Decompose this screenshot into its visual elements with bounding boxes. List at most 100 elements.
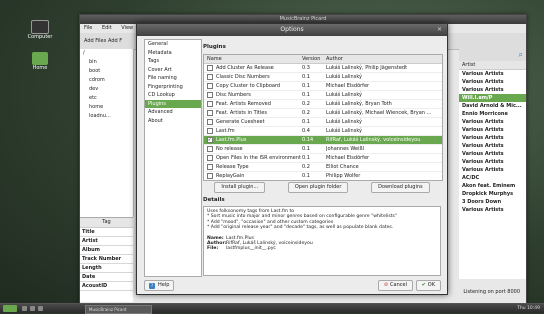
taskbar: MusicBrainz Picard Thu 10:49: [0, 303, 544, 314]
show-desktop-icon[interactable]: [22, 306, 27, 311]
album-row[interactable]: AC/DC: [459, 174, 526, 182]
nav-item[interactable]: Metadata: [145, 49, 201, 58]
artist-column-header[interactable]: Artist: [459, 61, 526, 70]
tree-item[interactable]: etc: [80, 94, 133, 103]
plugin-checkbox[interactable]: [207, 110, 213, 116]
menu-edit[interactable]: Edit: [102, 25, 112, 31]
album-row[interactable]: Various Artists: [459, 206, 526, 214]
plugin-row[interactable]: Release Type 0.2 Elliot Chance: [204, 163, 442, 172]
plugin-checkbox[interactable]: [207, 83, 213, 89]
plugin-name-cell: ReplayGain: [204, 172, 302, 180]
clock: Thu 10:49: [517, 306, 540, 311]
plugin-checkbox[interactable]: [207, 74, 213, 80]
plugin-row[interactable]: Feat. Artists in Titles 0.2 Lukáš Lalinský…: [204, 109, 442, 118]
plugins-table[interactable]: Name Version Author Add Cluster As Relea…: [203, 54, 443, 181]
album-row[interactable]: Various Artists: [459, 134, 526, 142]
add-files-button[interactable]: Add Files: [84, 38, 106, 44]
file-tree[interactable]: / bin boot cdrom dev etc home loadnu...: [80, 49, 134, 217]
help-button[interactable]: ? Help: [144, 280, 175, 291]
launcher-icon[interactable]: [30, 306, 35, 311]
menu-file[interactable]: File: [84, 25, 92, 31]
nav-item[interactable]: Advanced: [145, 108, 201, 117]
tree-item[interactable]: bin: [80, 58, 133, 67]
nav-item[interactable]: Cover Art: [145, 66, 201, 75]
menu-view[interactable]: View: [121, 25, 133, 31]
metadata-row: Artist: [80, 237, 133, 246]
plugin-checkbox[interactable]: [207, 119, 213, 125]
album-row[interactable]: 3 Doors Down: [459, 198, 526, 206]
plugin-checkbox[interactable]: [207, 65, 213, 71]
plugin-author: Johannes Weißl: [326, 146, 365, 152]
plugin-row[interactable]: Feat. Artists Removed 0.2 Lukáš Lalinský, …: [204, 100, 442, 109]
column-name[interactable]: Name: [204, 55, 302, 63]
details-section-label: Details: [203, 197, 225, 203]
open-plugin-folder-button[interactable]: Open plugin folder: [287, 182, 349, 193]
desktop-icon-home[interactable]: Home: [24, 52, 56, 71]
close-icon[interactable]: ✕: [437, 24, 442, 36]
album-row[interactable]: David Arnold & Mic...: [459, 102, 526, 110]
tree-item[interactable]: cdrom: [80, 76, 133, 85]
plugin-row[interactable]: Copy Cluster to Clipboard 0.1 Michael Elsd…: [204, 82, 442, 91]
plugin-row[interactable]: Generate Cuesheet 0.1 Lukáš Lalinský: [204, 118, 442, 127]
column-author[interactable]: Author: [326, 55, 439, 63]
launcher-icon[interactable]: [38, 306, 43, 311]
album-row[interactable]: Ennio Morricone: [459, 110, 526, 118]
nav-item[interactable]: CD Lookup: [145, 91, 201, 100]
plugin-checkbox[interactable]: [207, 155, 213, 161]
plugin-version: 0.3: [302, 65, 310, 71]
download-plugins-button[interactable]: Download plugins: [371, 182, 430, 193]
plugin-row[interactable]: Classic Disc Numbers 0.1 Lukáš Lalinský: [204, 73, 442, 82]
plugin-checkbox[interactable]: [207, 101, 213, 107]
nav-item[interactable]: About: [145, 117, 201, 126]
install-plugin-button[interactable]: Install plugin...: [214, 182, 266, 193]
plugin-name: Classic Disc Numbers: [216, 74, 270, 80]
album-row[interactable]: Will.I.am/P: [459, 94, 526, 102]
album-row[interactable]: Various Artists: [459, 158, 526, 166]
nav-item[interactable]: Fingerprinting: [145, 83, 201, 92]
start-menu-button[interactable]: [3, 305, 17, 312]
plugin-checkbox[interactable]: [207, 173, 213, 179]
album-row[interactable]: Various Artists: [459, 118, 526, 126]
add-folder-button[interactable]: Add F: [108, 38, 122, 44]
cancel-button[interactable]: ⊘ Cancel: [377, 280, 413, 291]
tree-item[interactable]: loadnu...: [80, 112, 133, 121]
plugin-checkbox[interactable]: [207, 164, 213, 170]
nav-item[interactable]: General: [145, 40, 201, 49]
plugin-row[interactable]: Last.fm.Plus 0.14 RifRaf, Lukáš Lalinský, …: [204, 136, 442, 145]
nav-item[interactable]: Tags: [145, 57, 201, 66]
plugin-checkbox[interactable]: [207, 92, 213, 98]
album-row[interactable]: Various Artists: [459, 86, 526, 94]
plugin-row[interactable]: Open Files in the ISR environment 0.1 Mich…: [204, 154, 442, 163]
plugin-name: Generate Cuesheet: [216, 119, 265, 125]
album-row[interactable]: Akon feat. Eminem: [459, 182, 526, 190]
album-row[interactable]: Various Artists: [459, 150, 526, 158]
tree-item[interactable]: dev: [80, 85, 133, 94]
desktop-icon-computer[interactable]: Computer: [24, 20, 56, 40]
column-version[interactable]: Version: [302, 55, 326, 63]
plugin-checkbox[interactable]: [207, 137, 213, 143]
album-row[interactable]: Various Artists: [459, 126, 526, 134]
options-nav[interactable]: General Metadata Tags Cover Art File naming F…: [144, 39, 202, 277]
plugin-row[interactable]: Add Cluster As Release 0.3 Lukáš Lalinský,…: [204, 64, 442, 73]
nav-item[interactable]: Plugins: [145, 99, 201, 108]
plugin-row[interactable]: No release 0.1 Johannes Weißl: [204, 145, 442, 154]
album-row[interactable]: Various Artists: [459, 142, 526, 150]
search-bar[interactable]: ⌕: [459, 49, 526, 61]
album-row[interactable]: Various Artists: [459, 70, 526, 78]
album-row[interactable]: Dropkick Murphys: [459, 190, 526, 198]
plugin-row[interactable]: Disc Numbers 0.1 Lukáš Lalinský: [204, 91, 442, 100]
plugin-row[interactable]: ReplayGain 0.1 Philipp Wolfer: [204, 172, 442, 180]
tree-item[interactable]: home: [80, 103, 133, 112]
album-panel[interactable]: ⌕ Artist Various Artists Various Artists V…: [459, 49, 526, 279]
nav-item[interactable]: File naming: [145, 74, 201, 83]
tree-item[interactable]: boot: [80, 67, 133, 76]
plugin-checkbox[interactable]: [207, 128, 213, 134]
plugin-row[interactable]: Last.fm 0.4 Lukáš Lalinský: [204, 127, 442, 136]
album-row[interactable]: Various Artists: [459, 166, 526, 174]
album-row[interactable]: Various Artists: [459, 78, 526, 86]
metadata-row: Album: [80, 246, 133, 255]
ok-button[interactable]: ✔ OK: [415, 280, 441, 291]
plugin-checkbox[interactable]: [207, 146, 213, 152]
search-icon[interactable]: ⌕: [519, 50, 523, 60]
tree-item[interactable]: /: [80, 49, 133, 58]
